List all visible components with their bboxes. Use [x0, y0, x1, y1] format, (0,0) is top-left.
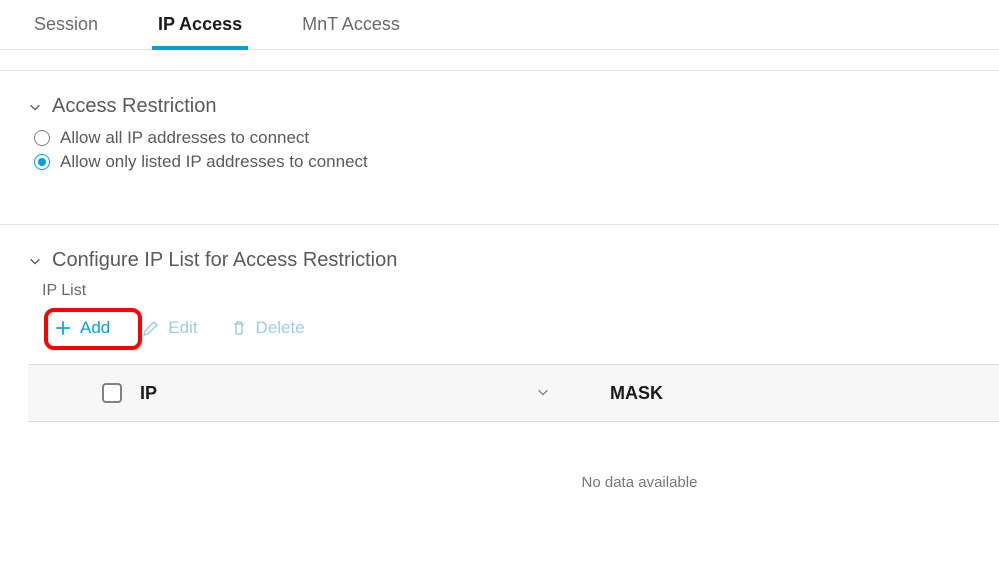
- radio-allow-all[interactable]: Allow all IP addresses to connect: [34, 128, 971, 148]
- radio-allow-listed[interactable]: Allow only listed IP addresses to connec…: [34, 152, 971, 172]
- radio-label: Allow all IP addresses to connect: [60, 128, 309, 148]
- tab-ip-access[interactable]: IP Access: [152, 0, 248, 49]
- edit-button-label: Edit: [168, 318, 197, 338]
- trash-icon: [230, 319, 248, 337]
- chevron-down-icon: [28, 254, 42, 268]
- toolbar: Add Edit Delete: [28, 318, 971, 338]
- sort-chevron-icon: [536, 383, 550, 404]
- add-button[interactable]: Add: [54, 318, 110, 338]
- column-header-mask[interactable]: MASK: [610, 383, 663, 404]
- table-header-row: IP MASK: [28, 364, 999, 422]
- radio-label: Allow only listed IP addresses to connec…: [60, 152, 368, 172]
- table-empty-message: No data available: [280, 422, 999, 511]
- column-header-ip-label: IP: [140, 383, 157, 404]
- tab-mnt-access[interactable]: MnT Access: [296, 0, 406, 49]
- chevron-down-icon: [28, 100, 42, 114]
- select-all-checkbox-cell: [84, 383, 140, 403]
- section-title: Configure IP List for Access Restriction: [52, 249, 397, 272]
- delete-button[interactable]: Delete: [230, 318, 305, 338]
- add-button-label: Add: [80, 318, 110, 338]
- section-header-access-restriction[interactable]: Access Restriction: [28, 95, 971, 118]
- select-all-checkbox[interactable]: [102, 383, 122, 403]
- delete-button-label: Delete: [256, 318, 305, 338]
- radio-icon-selected: [34, 154, 50, 170]
- tab-bar: Session IP Access MnT Access: [0, 0, 999, 50]
- section-title: Access Restriction: [52, 95, 217, 118]
- section-access-restriction: Access Restriction Allow all IP addresse…: [0, 71, 999, 188]
- edit-button[interactable]: Edit: [142, 318, 197, 338]
- ip-list-label: IP List: [42, 282, 971, 300]
- radio-icon: [34, 130, 50, 146]
- plus-icon: [54, 319, 72, 337]
- section-header-configure-ip-list[interactable]: Configure IP List for Access Restriction: [28, 249, 971, 272]
- section-configure-ip-list: Configure IP List for Access Restriction…: [0, 225, 999, 364]
- column-header-ip[interactable]: IP: [140, 383, 570, 404]
- pencil-icon: [142, 319, 160, 337]
- tab-session[interactable]: Session: [28, 0, 104, 49]
- radio-group-access: Allow all IP addresses to connect Allow …: [34, 128, 971, 172]
